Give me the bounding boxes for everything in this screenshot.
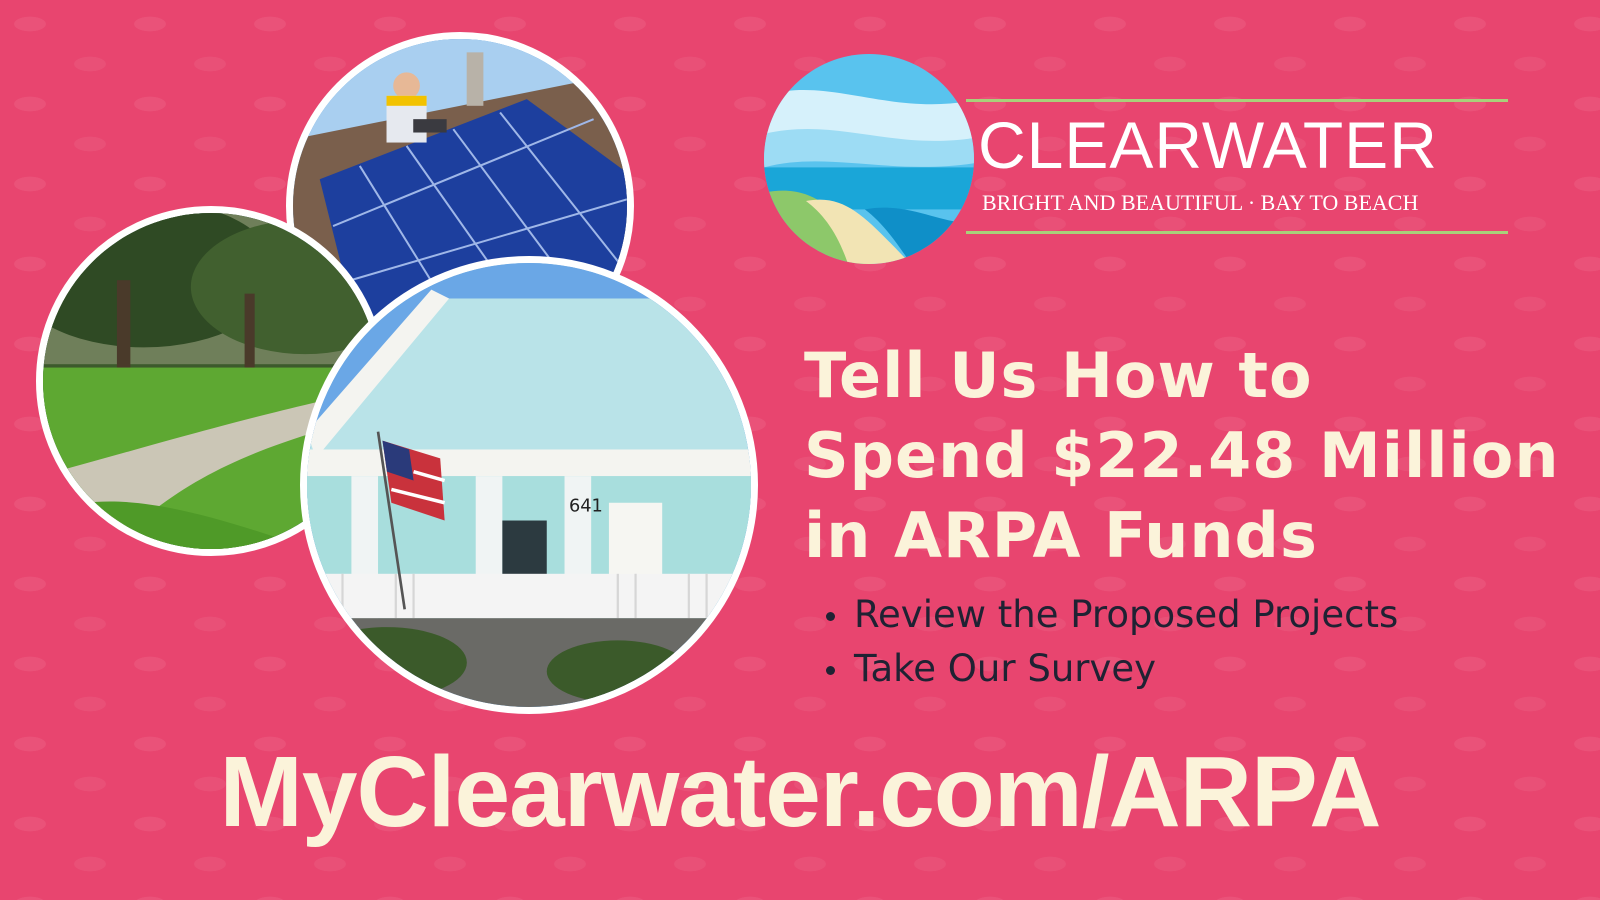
promo-banner: 641 CLEARWATER BRIGHT AND BEAUTIFUL · BA… — [0, 0, 1600, 900]
clearwater-logo-icon — [764, 54, 974, 264]
action-list: Review the Proposed Projects Take Our Su… — [826, 588, 1398, 696]
logo-tagline: BRIGHT AND BEAUTIFUL · BAY TO BEACH — [982, 190, 1419, 215]
logo-rule-top — [966, 99, 1508, 102]
list-item: Review the Proposed Projects — [826, 588, 1398, 642]
headline-line: Tell Us How to — [804, 339, 1313, 412]
list-item: Take Our Survey — [826, 642, 1398, 696]
website-url[interactable]: MyClearwater.com/ARPA — [0, 742, 1600, 842]
blue-house-photo: 641 — [300, 256, 758, 714]
headline-line: Spend $22.48 Million — [804, 419, 1560, 492]
logo-wordmark: CLEARWATER — [978, 108, 1438, 182]
headline: Tell Us How to Spend $22.48 Million in A… — [804, 336, 1574, 576]
headline-line: in ARPA Funds — [804, 499, 1318, 572]
logo-rule-bottom — [966, 231, 1508, 234]
house-number: 641 — [569, 497, 603, 517]
